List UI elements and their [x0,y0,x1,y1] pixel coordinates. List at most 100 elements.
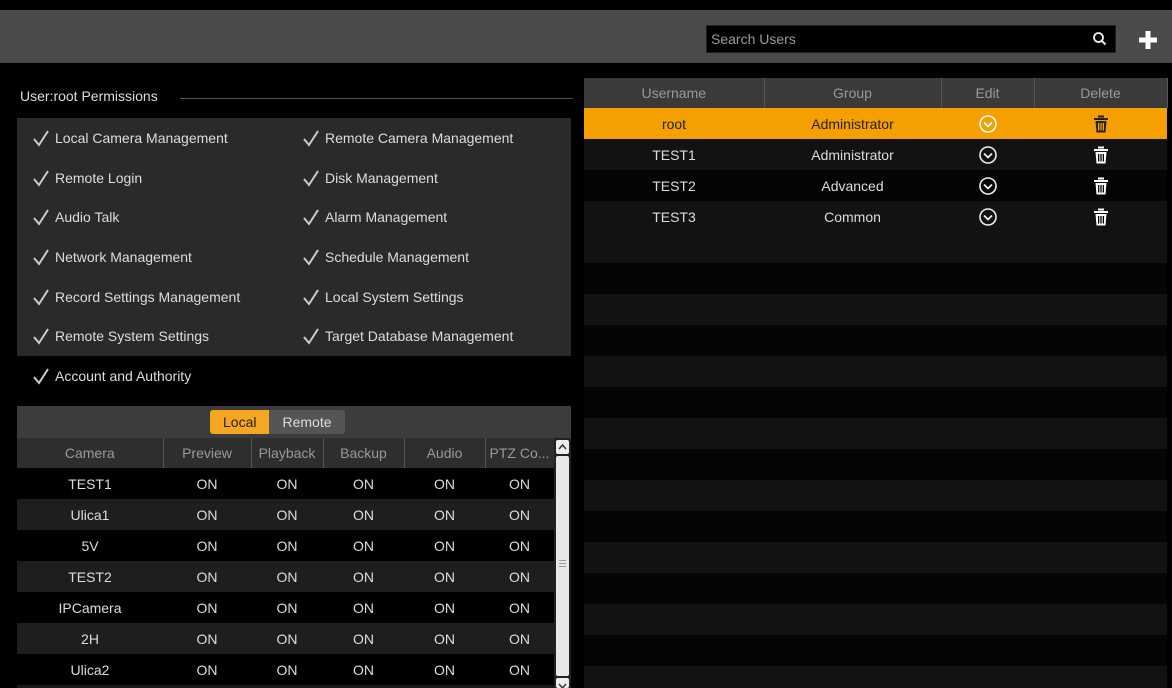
permission-status[interactable]: ON [485,592,554,623]
add-user-plus-icon[interactable] [1138,30,1158,50]
permission-status[interactable]: ON [323,623,404,654]
permission-status[interactable]: ON [251,468,323,499]
group-cell: Common [764,201,941,232]
permission-status[interactable]: ON [323,530,404,561]
permission-status[interactable]: ON [251,592,323,623]
permission-status[interactable]: ON [163,499,251,530]
permission-status[interactable]: ON [251,623,323,654]
check-icon [33,170,49,187]
camera-tabs: Local Remote [210,410,345,434]
trash-icon[interactable] [1093,115,1109,133]
trash-icon[interactable] [1093,208,1109,226]
edit-cell[interactable] [941,108,1034,139]
permission-status[interactable]: ON [251,530,323,561]
permission-status[interactable]: ON [485,499,554,530]
permission-item: Alarm Management [302,208,447,226]
permission-status[interactable]: ON [323,654,404,685]
search-users-input[interactable] [707,26,1087,52]
permission-status[interactable]: ON [251,654,323,685]
permission-status[interactable]: ON [485,561,554,592]
user-row[interactable]: TEST3 Common [584,201,1167,232]
delete-cell[interactable] [1034,139,1167,170]
column-header: Backup [323,438,405,468]
permissions-panel [17,118,571,356]
permission-status[interactable]: ON [404,592,485,623]
permission-status[interactable]: ON [163,468,251,499]
permission-status[interactable]: ON [163,654,251,685]
delete-cell[interactable] [1034,201,1167,232]
permission-item: Remote System Settings [32,327,209,345]
permission-label: Remote System Settings [55,328,210,344]
camera-name: 2H [17,623,163,654]
permission-label: Network Management [55,249,192,265]
camera-table-scrollbar[interactable] [554,438,571,688]
permission-status[interactable]: ON [485,530,554,561]
group-cell: Administrator [764,108,941,139]
tab-remote[interactable]: Remote [269,410,345,434]
trash-icon[interactable] [1093,177,1109,195]
table-row[interactable]: TEST1 ON ON ON ON ON [17,468,554,499]
permission-status[interactable]: ON [163,623,251,654]
search-icon[interactable] [1091,30,1109,48]
permission-label: Alarm Management [325,209,448,225]
check-icon [303,249,319,266]
permission-status[interactable]: ON [251,561,323,592]
username-cell: TEST2 [584,170,764,201]
permission-status[interactable]: ON [404,530,485,561]
table-row[interactable]: Ulica1 ON ON ON ON ON [17,499,554,530]
delete-cell[interactable] [1034,170,1167,201]
edit-chevron-icon[interactable] [978,176,998,196]
permission-status[interactable]: ON [485,623,554,654]
edit-chevron-icon[interactable] [978,114,998,134]
user-row[interactable]: TEST2 Advanced [584,170,1167,201]
permission-item: Local System Settings [302,288,464,306]
permission-item: Remote Login [32,169,142,187]
permission-status[interactable]: ON [485,468,554,499]
permission-status[interactable]: ON [163,561,251,592]
permission-status[interactable]: ON [323,468,404,499]
edit-cell[interactable] [941,139,1034,170]
user-row[interactable]: TEST1 Administrator [584,139,1167,170]
permission-status[interactable]: ON [404,499,485,530]
table-row[interactable]: 2H ON ON ON ON ON [17,623,554,654]
permission-status[interactable]: ON [404,468,485,499]
permission-status[interactable]: ON [323,561,404,592]
check-icon [33,209,49,226]
permission-status[interactable]: ON [163,530,251,561]
users-panel: Username Group Edit Delete root Administrato… [584,78,1172,688]
permission-status[interactable]: ON [323,499,404,530]
permission-status[interactable]: ON [163,592,251,623]
column-header: Edit [941,78,1035,108]
table-row[interactable]: IPCamera ON ON ON ON ON [17,592,554,623]
permission-status[interactable]: ON [404,561,485,592]
group-cell: Advanced [764,170,941,201]
table-row[interactable]: 5V ON ON ON ON ON [17,530,554,561]
empty-row [584,573,1167,604]
edit-cell[interactable] [941,170,1034,201]
edit-chevron-icon[interactable] [978,207,998,227]
column-header: Audio [404,438,486,468]
tab-local[interactable]: Local [210,410,270,434]
edit-cell[interactable] [941,201,1034,232]
permission-status[interactable]: ON [404,654,485,685]
table-row[interactable]: Ulica2 ON ON ON ON ON [17,654,554,685]
trash-icon[interactable] [1093,146,1109,164]
user-row[interactable]: root Administrator [584,108,1167,139]
permission-status[interactable]: ON [404,623,485,654]
permission-status[interactable]: ON [323,592,404,623]
search-box [706,25,1116,53]
table-row[interactable]: TEST2 ON ON ON ON ON [17,561,554,592]
scroll-up-button[interactable] [556,440,569,454]
scroll-down-button[interactable] [556,678,569,688]
edit-chevron-icon[interactable] [978,145,998,165]
empty-row [584,325,1167,356]
empty-row [584,542,1167,573]
empty-row [584,511,1167,542]
scroll-thumb[interactable] [556,456,569,676]
column-header: Group [764,78,942,108]
permission-status[interactable]: ON [485,654,554,685]
delete-cell[interactable] [1034,108,1167,139]
permission-status[interactable]: ON [251,499,323,530]
column-header: Username [584,78,765,108]
permission-label: Schedule Management [325,249,469,265]
